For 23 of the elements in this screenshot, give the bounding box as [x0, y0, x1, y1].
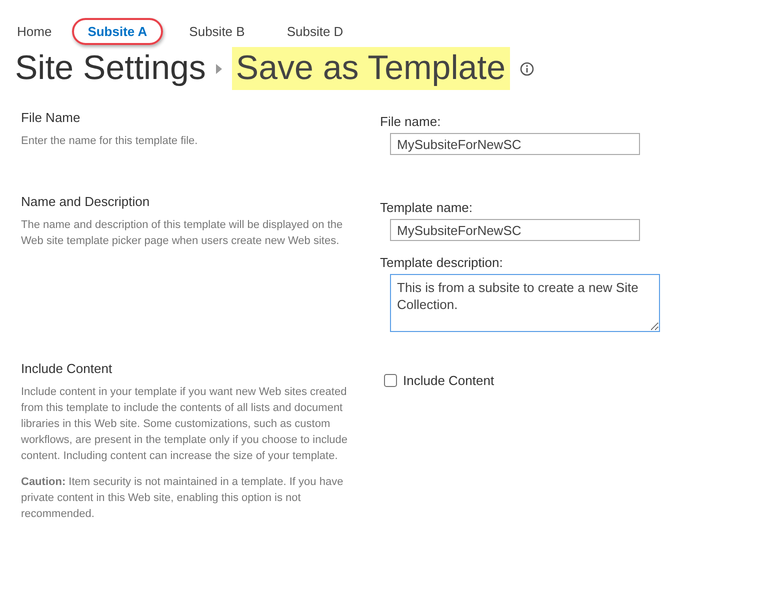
field-label: Template name: — [380, 200, 474, 215]
section-description: Enter the name for this template file. — [21, 134, 199, 149]
section-heading: File Name — [21, 110, 82, 125]
description-field[interactable]: This is from a subsite to create a new Site Collection. — [390, 274, 660, 332]
field-label: File name: — [380, 114, 442, 129]
page-title: Save as Template — [232, 47, 510, 90]
nav-link[interactable]: Home — [15, 18, 68, 45]
nav-link[interactable]: Subsite A — [72, 18, 164, 45]
checkbox-label[interactable]: Include Content — [403, 373, 494, 388]
input-field[interactable]: MySubsiteForNewSC — [390, 219, 640, 241]
info-icon[interactable] — [520, 62, 534, 76]
nav-link[interactable]: Subsite B — [173, 18, 261, 45]
section-description: The name and description of this template will be displayed on the Web site template picker page when users create new Web sites. — [21, 218, 344, 249]
section-description: Include content in your template if you want new Web sites created from this template to include the contents of all lists and document libraries in this Web site. Some customizations, such as custom workflows, are present in the template only if you choose to include content. Including content can increase the size of your template. — [21, 385, 349, 464]
field-label: Template description: — [380, 255, 504, 270]
breadcrumb-title[interactable]: Site Settings — [15, 49, 206, 88]
nav-link[interactable]: Subsite D — [270, 18, 360, 45]
input-field[interactable]: MySubsiteForNewSC — [390, 133, 640, 155]
chevron-icon — [216, 64, 222, 74]
section-heading: Name and Description — [21, 194, 151, 209]
section-description: Caution: Item security is not maintained in a template. If you have private content in this Web site, enabling this option is not recommended. — [21, 475, 344, 522]
section-heading: Include Content — [21, 361, 114, 376]
checkbox[interactable] — [384, 374, 397, 387]
